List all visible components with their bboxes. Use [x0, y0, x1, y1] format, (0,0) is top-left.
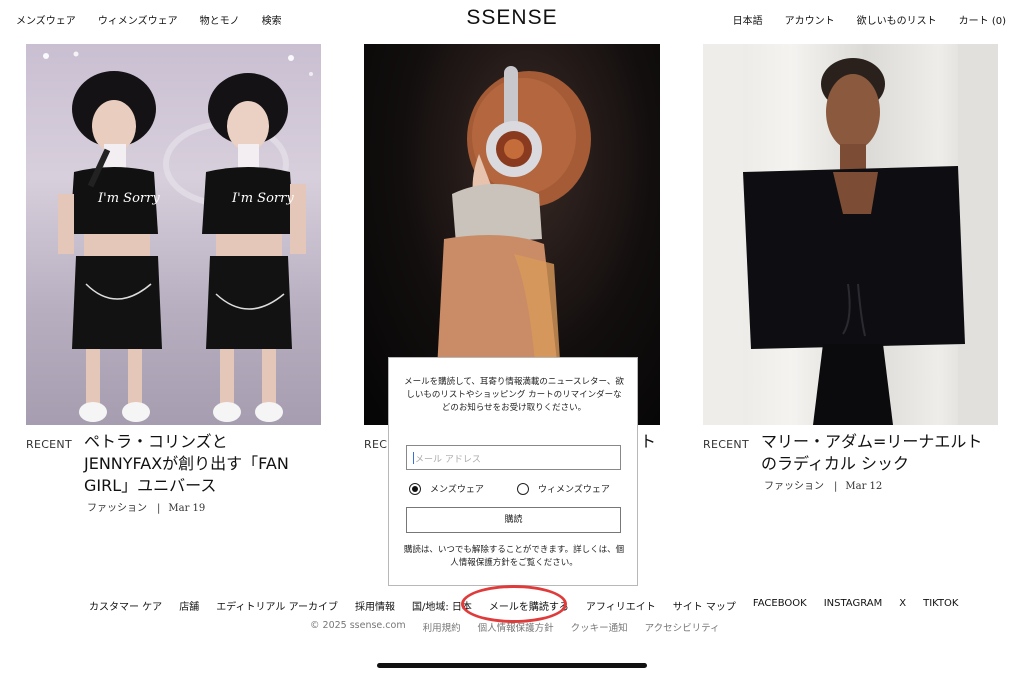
home-indicator[interactable] — [377, 663, 647, 668]
subscribe-button[interactable]: 購読 — [406, 507, 621, 533]
editorial-image-3[interactable] — [703, 44, 998, 425]
radio-unchecked-icon[interactable] — [517, 482, 529, 495]
radio-womenswear-label: ウィメンズウェア — [538, 485, 610, 495]
footer-affiliate[interactable]: アフィリエイト — [586, 598, 656, 613]
radio-checked-icon[interactable] — [409, 482, 421, 495]
footer-careers[interactable]: 採用情報 — [355, 598, 395, 613]
nav-womenswear[interactable]: ウィメンズウェア — [98, 12, 178, 27]
footer-tiktok[interactable]: TIKTOK — [923, 598, 958, 613]
footer-customer-care[interactable]: カスタマー ケア — [89, 598, 162, 613]
footer-links: カスタマー ケア 店舗 エディトリアル アーカイブ 採用情報 国/地域: 日本 … — [89, 598, 975, 613]
nav-menswear[interactable]: メンズウェア — [16, 12, 76, 27]
email-placeholder: メール アドレス — [415, 455, 481, 465]
card-2-title-fragment[interactable]: ト — [640, 431, 656, 453]
card-3-meta: ファッション | Mar 12 — [764, 481, 883, 492]
newsletter-message: メールを購読して、耳寄り情報満載のニュースレター、欲しいものリストやショッピング… — [404, 377, 624, 413]
radio-menswear-label: メンズウェア — [430, 485, 484, 495]
footer-cookies[interactable]: クッキー通知 — [571, 620, 628, 634]
footer-legal: © 2025 ssense.com 利用規約 個人情報保護方針 クッキー通知 ア… — [310, 620, 737, 634]
email-field[interactable]: メール アドレス — [406, 445, 621, 470]
card-1-title[interactable]: ペトラ・コリンズと JENNYFAXが創り出す「FAN GIRL」ユニバース — [84, 431, 339, 497]
footer-stores[interactable]: 店舗 — [179, 598, 199, 613]
footer-facebook[interactable]: FACEBOOK — [753, 598, 807, 613]
footer-sitemap[interactable]: サイト マップ — [673, 598, 736, 613]
nav-language[interactable]: 日本語 — [733, 12, 763, 27]
card-1-date: Mar 19 — [168, 503, 206, 514]
footer-terms[interactable]: 利用規約 — [423, 620, 461, 634]
card-3-category[interactable]: ファッション — [764, 481, 824, 492]
card-1-title-line-1: ペトラ・コリンズと — [84, 432, 228, 451]
card-2-recent-label: REC — [364, 438, 388, 451]
footer-country[interactable]: 国/地域: 日本 — [412, 598, 472, 613]
card-1-title-line-3: GIRL」ユニバース — [84, 476, 217, 495]
footer-subscribe-email[interactable]: メールを購読する — [489, 598, 569, 613]
editorial-image-1[interactable]: I'm Sorry I'm Sorry — [26, 44, 321, 425]
footer-editorial-archive[interactable]: エディトリアル アーカイブ — [216, 598, 338, 613]
card-1-recent-label: RECENT — [26, 438, 72, 451]
card-3-title-line-1: マリー・アダム=リーナエルト — [761, 432, 983, 451]
radio-womenswear[interactable]: ウィメンズウェア — [517, 482, 610, 495]
card-1-meta: ファッション | Mar 19 — [87, 503, 206, 514]
nav-search[interactable]: 検索 — [262, 12, 282, 27]
newsletter-footer-text: 購読は、いつでも解除することができます。詳しくは、個人情報保護方針をご覧ください… — [403, 545, 625, 568]
card-3-recent-label: RECENT — [703, 438, 749, 451]
site-logo[interactable]: SSENSE — [466, 6, 557, 29]
footer-instagram[interactable]: INSTAGRAM — [824, 598, 883, 613]
card-3-title[interactable]: マリー・アダム=リーナエルト のラディカル シック — [761, 431, 1011, 475]
account-nav: 日本語 アカウント 欲しいものリスト カート (0) — [733, 12, 1006, 27]
shirt-text-2: I'm Sorry — [231, 191, 294, 206]
nav-cart[interactable]: カート (0) — [959, 12, 1006, 27]
footer-x[interactable]: X — [899, 598, 906, 613]
main-nav: メンズウェア ウィメンズウェア 物とモノ 検索 — [16, 12, 282, 27]
card-1-category[interactable]: ファッション — [87, 503, 147, 514]
footer-copyright: © 2025 ssense.com — [310, 620, 406, 631]
footer-accessibility[interactable]: アクセシビリティ — [645, 620, 720, 634]
newsletter-modal: メールを購読して、耳寄り情報満載のニュースレター、欲しいものリストやショッピング… — [388, 357, 638, 586]
card-3-date: Mar 12 — [845, 481, 883, 492]
nav-everything-else[interactable]: 物とモノ — [200, 12, 240, 27]
shirt-text-1: I'm Sorry — [97, 191, 160, 206]
nav-wishlist[interactable]: 欲しいものリスト — [857, 12, 937, 27]
footer-privacy[interactable]: 個人情報保護方針 — [478, 620, 554, 634]
radio-menswear[interactable]: メンズウェア — [409, 482, 484, 495]
photo-1-illustration: I'm Sorry I'm Sorry — [43, 51, 313, 422]
photo-3-illustration — [703, 44, 998, 425]
nav-account[interactable]: アカウント — [785, 12, 835, 27]
text-caret — [413, 452, 414, 464]
card-1-title-line-2: JENNYFAXが創り出す「FAN — [84, 454, 289, 473]
card-3-title-line-2: のラディカル シック — [761, 454, 909, 473]
